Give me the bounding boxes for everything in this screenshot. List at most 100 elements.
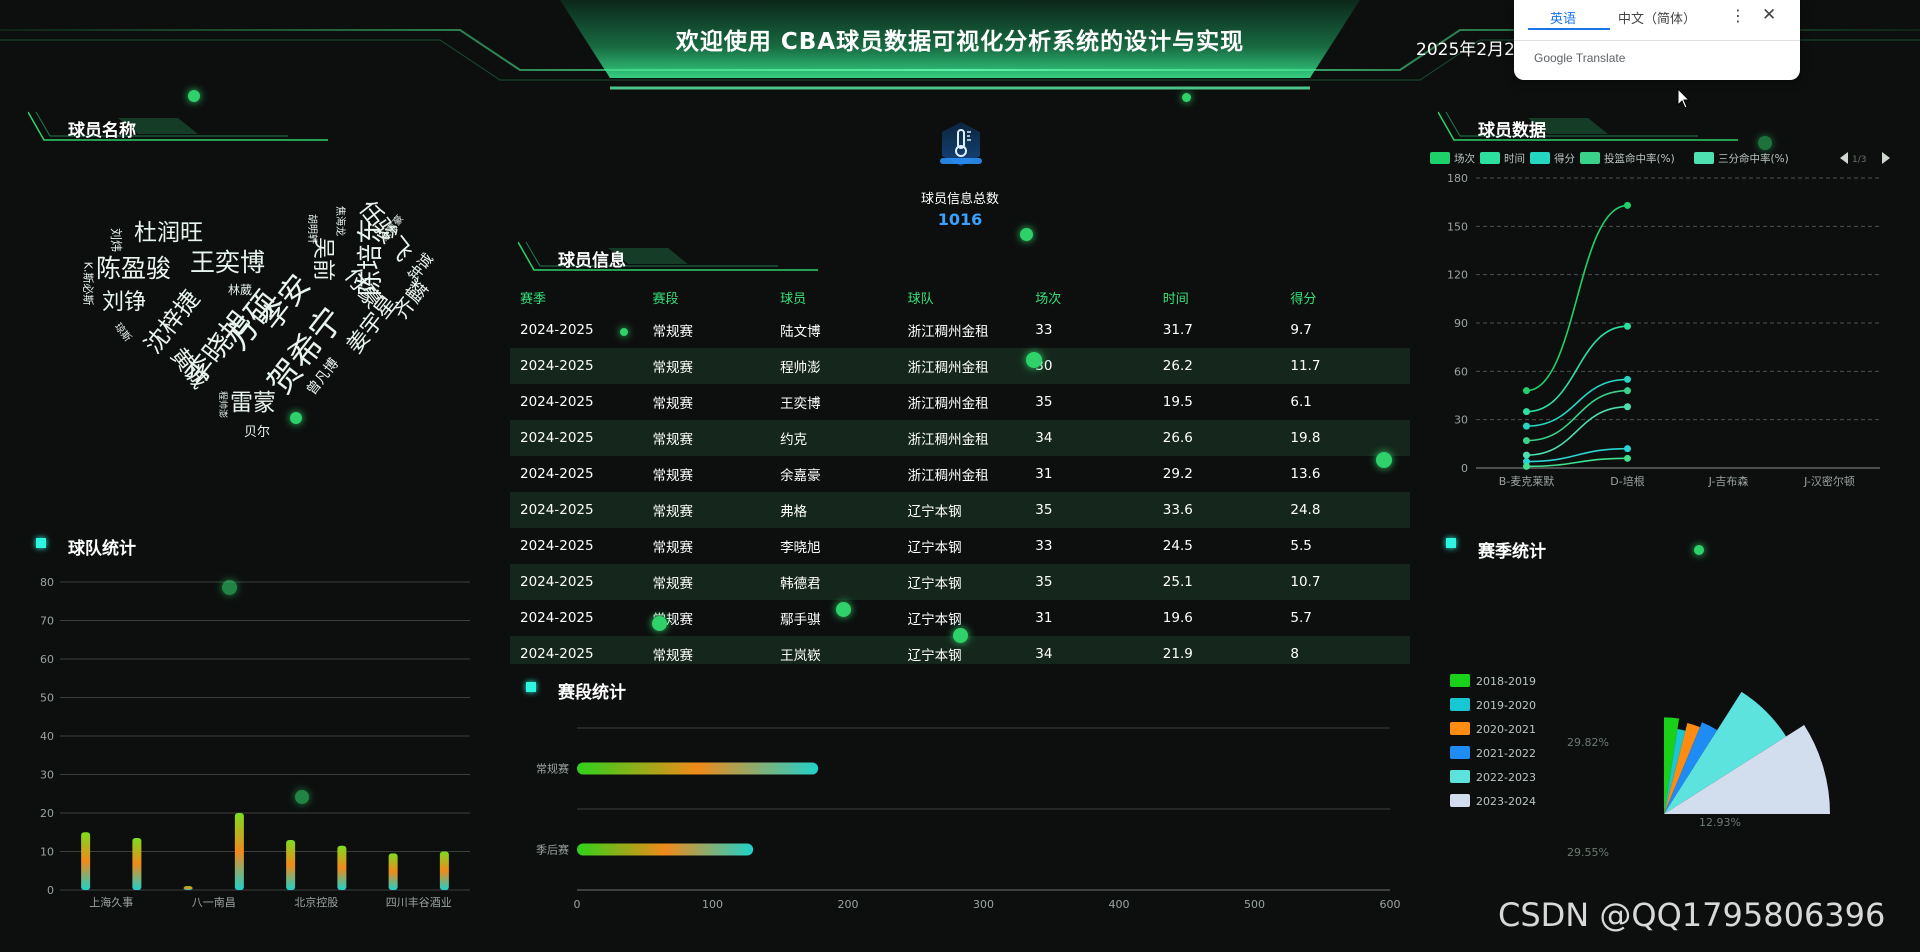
- word-cloud-item[interactable]: K.斯必斯: [81, 262, 94, 306]
- table-cell: 常规赛: [652, 576, 694, 592]
- data-point: [1624, 445, 1631, 453]
- data-point: [1624, 322, 1631, 330]
- section-title-team-stats: 球队统计: [68, 539, 136, 559]
- table-header-cell[interactable]: 赛段: [653, 288, 781, 307]
- word-cloud-item[interactable]: 雷蒙: [230, 392, 276, 415]
- table-row[interactable]: 2024-2025 常规赛 王奕博 浙江稠州金租 35 19.5 6.1: [510, 384, 1410, 420]
- bar: [183, 886, 193, 890]
- data-label: 29.82%: [1567, 736, 1609, 749]
- legend-swatch: [1530, 152, 1550, 164]
- y-tick-label: 90: [1454, 317, 1468, 330]
- table-header-cell[interactable]: 球员: [780, 288, 908, 307]
- close-icon[interactable]: ✕: [1762, 5, 1776, 25]
- translate-tab-target[interactable]: 中文（简体）: [1618, 8, 1696, 27]
- y-tick-label: 0: [1461, 462, 1468, 475]
- x-tick-label: 八一南昌: [192, 896, 236, 909]
- table-cell: 2024-2025: [520, 646, 594, 662]
- word-cloud-item[interactable]: 焦海龙: [334, 206, 345, 236]
- y-tick-label: 50: [40, 692, 54, 705]
- square-bullet-icon: [36, 538, 46, 548]
- table-row[interactable]: 2024-2025 常规赛 韩德君 辽宁本钢 35 25.1 10.7: [510, 564, 1410, 600]
- x-tick-label: 100: [702, 898, 723, 911]
- x-tick-label: B-麦克莱默: [1499, 475, 1555, 488]
- table-row[interactable]: 2024-2025 常规赛 余嘉豪 浙江稠州金租 31 29.2 13.6: [510, 456, 1410, 492]
- table-row[interactable]: 2024-2025 常规赛 弗格 辽宁本钢 35 33.6 24.8: [510, 492, 1410, 528]
- section-title-stage-stats: 赛段统计: [558, 683, 626, 703]
- table-cell: 9.7: [1290, 322, 1312, 338]
- table-cell: 2024-2025: [520, 322, 594, 338]
- legend-swatch: [1480, 152, 1500, 164]
- table-cell: 2024-2025: [520, 610, 594, 626]
- word-cloud-item[interactable]: 贝尔: [244, 426, 270, 439]
- y-tick-label: 150: [1447, 220, 1468, 233]
- legend-page: 1/3: [1852, 155, 1866, 165]
- table-header-row: 赛季 赛段 球员 球队 场次 时间 得分: [510, 282, 1410, 312]
- table-cell: 常规赛: [652, 540, 694, 556]
- translate-tab-source[interactable]: 英语: [1550, 8, 1576, 27]
- table-cell: 31.7: [1162, 322, 1193, 338]
- table-header-cell[interactable]: 球队: [908, 288, 1036, 307]
- y-tick-label: 常规赛: [536, 762, 569, 776]
- y-tick-label: 季后赛: [536, 843, 569, 857]
- word-cloud-item[interactable]: 林葳: [228, 284, 252, 296]
- word-cloud-item[interactable]: 胡明轩: [306, 214, 317, 244]
- x-tick-label: 0: [574, 898, 581, 911]
- word-cloud-item[interactable]: 陈盈骏: [96, 256, 171, 281]
- table-row[interactable]: 2024-2025 常规赛 程帅澎 浙江稠州金租 30 26.2 11.7: [510, 348, 1410, 384]
- legend-swatch: [1430, 152, 1450, 164]
- table-cell: 35: [1035, 574, 1053, 590]
- table-header-cell[interactable]: 得分: [1290, 288, 1410, 307]
- more-vert-icon[interactable]: ⋮: [1730, 6, 1746, 25]
- table-header-cell[interactable]: 赛季: [510, 288, 653, 307]
- translate-brand: Google Translate: [1534, 51, 1626, 65]
- y-tick-label: 20: [40, 807, 54, 820]
- data-point: [1624, 387, 1631, 395]
- bar: [388, 853, 398, 890]
- bar: [81, 832, 91, 890]
- table-cell: 程帅澎: [780, 360, 821, 376]
- legend-label: 时间: [1504, 152, 1525, 165]
- y-tick-label: 0: [47, 884, 54, 897]
- table-row[interactable]: 2024-2025 常规赛 陆文博 浙江稠州金租 33 31.7 9.7: [510, 312, 1410, 348]
- table-cell: 辽宁本钢: [907, 648, 962, 664]
- word-cloud-item[interactable]: 钟诚: [404, 250, 437, 285]
- word-cloud-item[interactable]: 杜润旺: [134, 222, 203, 245]
- word-cloud-item[interactable]: 琼斯: [112, 321, 133, 344]
- table-header-cell[interactable]: 时间: [1163, 288, 1291, 307]
- glow-dot: [188, 90, 200, 102]
- thermometer-icon: [940, 122, 982, 166]
- table-cell: 常规赛: [652, 432, 694, 448]
- word-cloud-item[interactable]: 王奕博: [190, 250, 265, 275]
- table-cell: 34: [1035, 430, 1053, 446]
- word-cloud-item[interactable]: 沈梓捷: [139, 285, 205, 359]
- table-cell: 浙江稠州金租: [907, 396, 989, 412]
- data-point: [1523, 462, 1530, 470]
- legend-label: 2021-2022: [1476, 747, 1536, 760]
- watermark: CSDN @QQ1795806396: [1498, 896, 1886, 934]
- word-cloud-item[interactable]: 刘铮: [102, 292, 146, 314]
- series-line: [1526, 325, 1628, 413]
- player-data-chart: 场次 时间 得分 投篮命中率(%) 三分命中率(%) 1/3 0 30 60 90 120 150 18…: [1430, 152, 1890, 488]
- table-cell: 19.5: [1162, 394, 1193, 410]
- table-cell: 韩德君: [780, 576, 821, 592]
- section-title-player-info: 球员信息: [558, 251, 626, 271]
- season-stats-chart: 2018-2019 2019-2020 2020-2021 2021-2022 2022…: [1450, 674, 1830, 859]
- table-cell: 11.7: [1290, 358, 1321, 374]
- table-cell: 30: [1035, 358, 1053, 374]
- table-row[interactable]: 2024-2025 常规赛 约克 浙江稠州金租 34 26.6 19.8: [510, 420, 1410, 456]
- table-cell: 2024-2025: [520, 502, 594, 518]
- x-tick-label: 600: [1380, 898, 1401, 911]
- table-cell: 李晓旭: [780, 540, 821, 556]
- word-cloud-item[interactable]: 齐麟: [388, 276, 433, 324]
- data-label: 12.93%: [1699, 816, 1741, 829]
- word-cloud-item[interactable]: 程帅澎: [217, 391, 227, 418]
- table-cell: 29.2: [1162, 466, 1193, 482]
- table-header-cell[interactable]: 场次: [1035, 288, 1163, 307]
- table-row[interactable]: 2024-2025 常规赛 李晓旭 辽宁本钢 33 24.5 5.5: [510, 528, 1410, 564]
- table-cell: 常规赛: [652, 468, 694, 484]
- legend-next-icon: [1882, 152, 1890, 164]
- legend-swatch: [1450, 674, 1470, 687]
- bar: [286, 839, 296, 890]
- x-tick-label: D-培根: [1610, 474, 1644, 488]
- word-cloud-item[interactable]: 刘炜: [109, 228, 123, 252]
